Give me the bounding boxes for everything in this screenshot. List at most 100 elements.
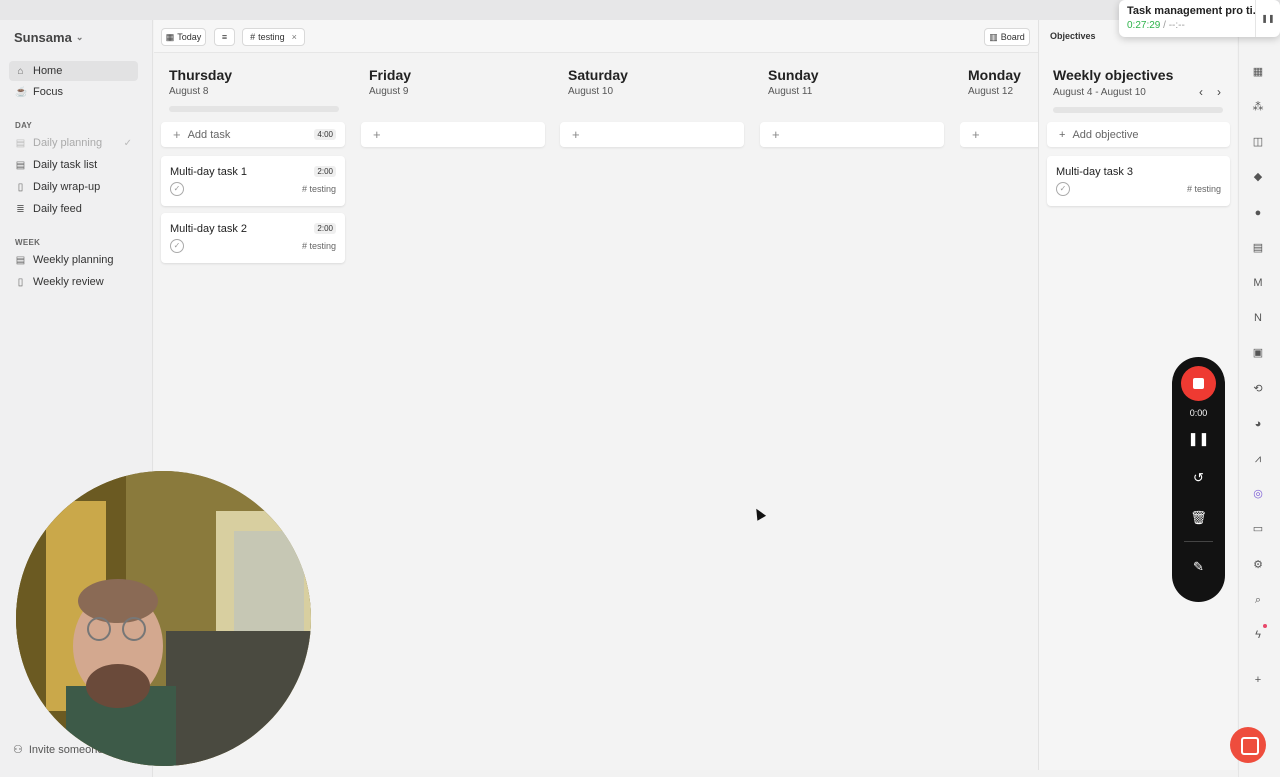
- stop-recording-button[interactable]: [1181, 366, 1216, 401]
- sheets-icon[interactable]: ▤: [1251, 241, 1265, 255]
- board-view-button[interactable]: ▥ Board: [984, 28, 1030, 46]
- notification-title: Task management pro ti...: [1127, 5, 1255, 17]
- chevron-right-icon[interactable]: ›: [1217, 85, 1221, 99]
- add-task-button[interactable]: +: [560, 122, 744, 147]
- brand-name: Sunsama: [14, 30, 72, 45]
- focus-target-icon[interactable]: ◎: [1251, 487, 1265, 501]
- sidebar-item-weekly-planning[interactable]: ▤ Weekly planning: [9, 250, 138, 270]
- asana-icon[interactable]: ⁂: [1251, 100, 1265, 114]
- filter-button[interactable]: ≡: [214, 28, 235, 46]
- clickup-icon[interactable]: ⩘: [1251, 452, 1265, 466]
- sync-icon[interactable]: ⟲: [1251, 382, 1265, 396]
- check-icon[interactable]: ✓: [170, 182, 184, 196]
- task-tag[interactable]: # testing: [302, 241, 336, 251]
- day-name: Sunday: [768, 67, 819, 83]
- pause-icon[interactable]: ❚❚: [1172, 431, 1225, 447]
- objectives-progress-bar: [1053, 107, 1223, 113]
- chevron-left-icon[interactable]: ‹: [1199, 85, 1203, 99]
- today-button[interactable]: ▦ Today: [161, 28, 206, 46]
- task-tag[interactable]: # testing: [302, 184, 336, 194]
- restart-icon[interactable]: ↺: [1172, 470, 1225, 486]
- sidebar-item-label: Daily planning: [33, 137, 103, 149]
- task-card[interactable]: Multi-day task 1 2:00 ✓ # testing: [161, 156, 345, 206]
- filter-chip-testing[interactable]: # testing ×: [242, 28, 305, 46]
- sidebar-item-daily-feed[interactable]: ≣ Daily feed: [9, 199, 138, 219]
- objective-card[interactable]: Multi-day task 3 ✓ # testing: [1047, 156, 1230, 206]
- add-user-icon: ⚇: [13, 744, 23, 756]
- day-name: Monday: [968, 67, 1021, 83]
- list-icon: ≣: [16, 203, 25, 215]
- sidebar-item-daily-planning[interactable]: ▤ Daily planning ✓: [9, 133, 138, 153]
- linear-icon[interactable]: ◕: [1251, 417, 1265, 431]
- workspace-switcher[interactable]: Sunsama ⌄: [14, 30, 83, 45]
- pause-icon[interactable]: ❚❚: [1255, 0, 1280, 37]
- pencil-icon[interactable]: ✎: [1172, 559, 1225, 575]
- day-date: August 10: [568, 86, 614, 97]
- objectives-date-range: August 4 - August 10: [1053, 87, 1146, 98]
- close-icon[interactable]: ×: [292, 32, 297, 42]
- task-title: Multi-day task 1: [170, 166, 248, 178]
- notification-dot: [1263, 624, 1267, 628]
- task-title: Multi-day task 2: [170, 223, 248, 235]
- task-card[interactable]: Multi-day task 2 2:00 ✓ # testing: [161, 213, 345, 263]
- sidebar-item-label: Daily feed: [33, 203, 82, 215]
- day-progress-bar: [169, 106, 339, 112]
- add-integration-icon[interactable]: +: [1251, 673, 1265, 687]
- recording-timer: 0:00: [1189, 408, 1208, 418]
- day-date: August 8: [169, 86, 209, 97]
- title-bar: [0, 0, 1280, 20]
- objective-tag[interactable]: # testing: [1187, 184, 1221, 194]
- cup-icon: ☕: [15, 86, 28, 98]
- settings-icon[interactable]: ⚙: [1251, 558, 1265, 572]
- filter-icon: ≡: [221, 32, 228, 42]
- github-icon[interactable]: ●: [1251, 206, 1265, 220]
- gmail-icon[interactable]: M: [1251, 276, 1265, 290]
- calendar-icon[interactable]: ▦: [1251, 65, 1265, 79]
- clipboard-icon: ▤: [15, 137, 26, 149]
- sidebar-item-home[interactable]: ⌂ Home: [9, 61, 138, 81]
- webcam-image: [16, 471, 311, 766]
- objectives-header: Objectives: [1050, 31, 1096, 41]
- objectives-title: Weekly objectives: [1053, 67, 1174, 83]
- objective-tag-label: testing: [1194, 184, 1221, 194]
- total-duration-badge: 4:00: [314, 129, 336, 140]
- lightning-icon[interactable]: ϟ: [1251, 628, 1265, 642]
- add-objective-label: Add objective: [1072, 128, 1139, 141]
- sidebar-item-daily-wrap-up[interactable]: ▯ Daily wrap-up: [9, 177, 138, 197]
- board-label: Board: [1000, 32, 1025, 42]
- notion-icon[interactable]: N: [1251, 311, 1265, 325]
- app-window: Sunsama ⌄ ⌂ Home ☕ Focus DAY ▤ Daily pla…: [0, 0, 1280, 777]
- day-date: August 12: [968, 86, 1014, 97]
- task-duration[interactable]: 2:00: [314, 223, 336, 234]
- sidebar-item-label: Daily task list: [33, 159, 98, 171]
- plus-icon: +: [1059, 128, 1066, 141]
- check-icon: ✓: [123, 137, 132, 149]
- book-icon: ▯: [17, 181, 24, 193]
- day-column-monday: Monday August 12 +: [960, 53, 1038, 153]
- sidebar-item-weekly-review[interactable]: ▯ Weekly review: [9, 272, 138, 292]
- chat-support-button[interactable]: [1230, 727, 1266, 763]
- task-tag-label: testing: [309, 241, 336, 251]
- today-label: Today: [177, 32, 202, 42]
- add-task-button[interactable]: +: [361, 122, 545, 147]
- add-task-button[interactable]: + Add task 4:00: [161, 122, 345, 147]
- sidebar-item-daily-task-list[interactable]: ▤ Daily task list: [9, 155, 138, 175]
- add-objective-button[interactable]: + Add objective: [1047, 122, 1230, 147]
- trello-icon[interactable]: ◫: [1251, 135, 1265, 149]
- archive-icon[interactable]: ▭: [1251, 522, 1265, 536]
- mouse-cursor: [751, 506, 767, 521]
- task-duration[interactable]: 2:00: [314, 166, 336, 177]
- timer-notification[interactable]: Task management pro ti... 0:27:29 / --:-…: [1119, 0, 1280, 37]
- add-task-button[interactable]: +: [960, 122, 1038, 147]
- outlook-icon[interactable]: ▣: [1251, 346, 1265, 360]
- search-icon[interactable]: ⌕: [1251, 593, 1265, 607]
- jira-icon[interactable]: ◆: [1251, 170, 1265, 184]
- add-task-button[interactable]: +: [760, 122, 944, 147]
- check-icon[interactable]: ✓: [170, 239, 184, 253]
- board-icon: ▥: [989, 31, 998, 42]
- section-label-week: WEEK: [15, 238, 41, 247]
- objective-title: Multi-day task 3: [1056, 166, 1134, 178]
- check-icon[interactable]: ✓: [1056, 182, 1070, 196]
- trash-icon[interactable]: 🗑: [1172, 510, 1225, 526]
- sidebar-item-focus[interactable]: ☕ Focus: [9, 82, 138, 102]
